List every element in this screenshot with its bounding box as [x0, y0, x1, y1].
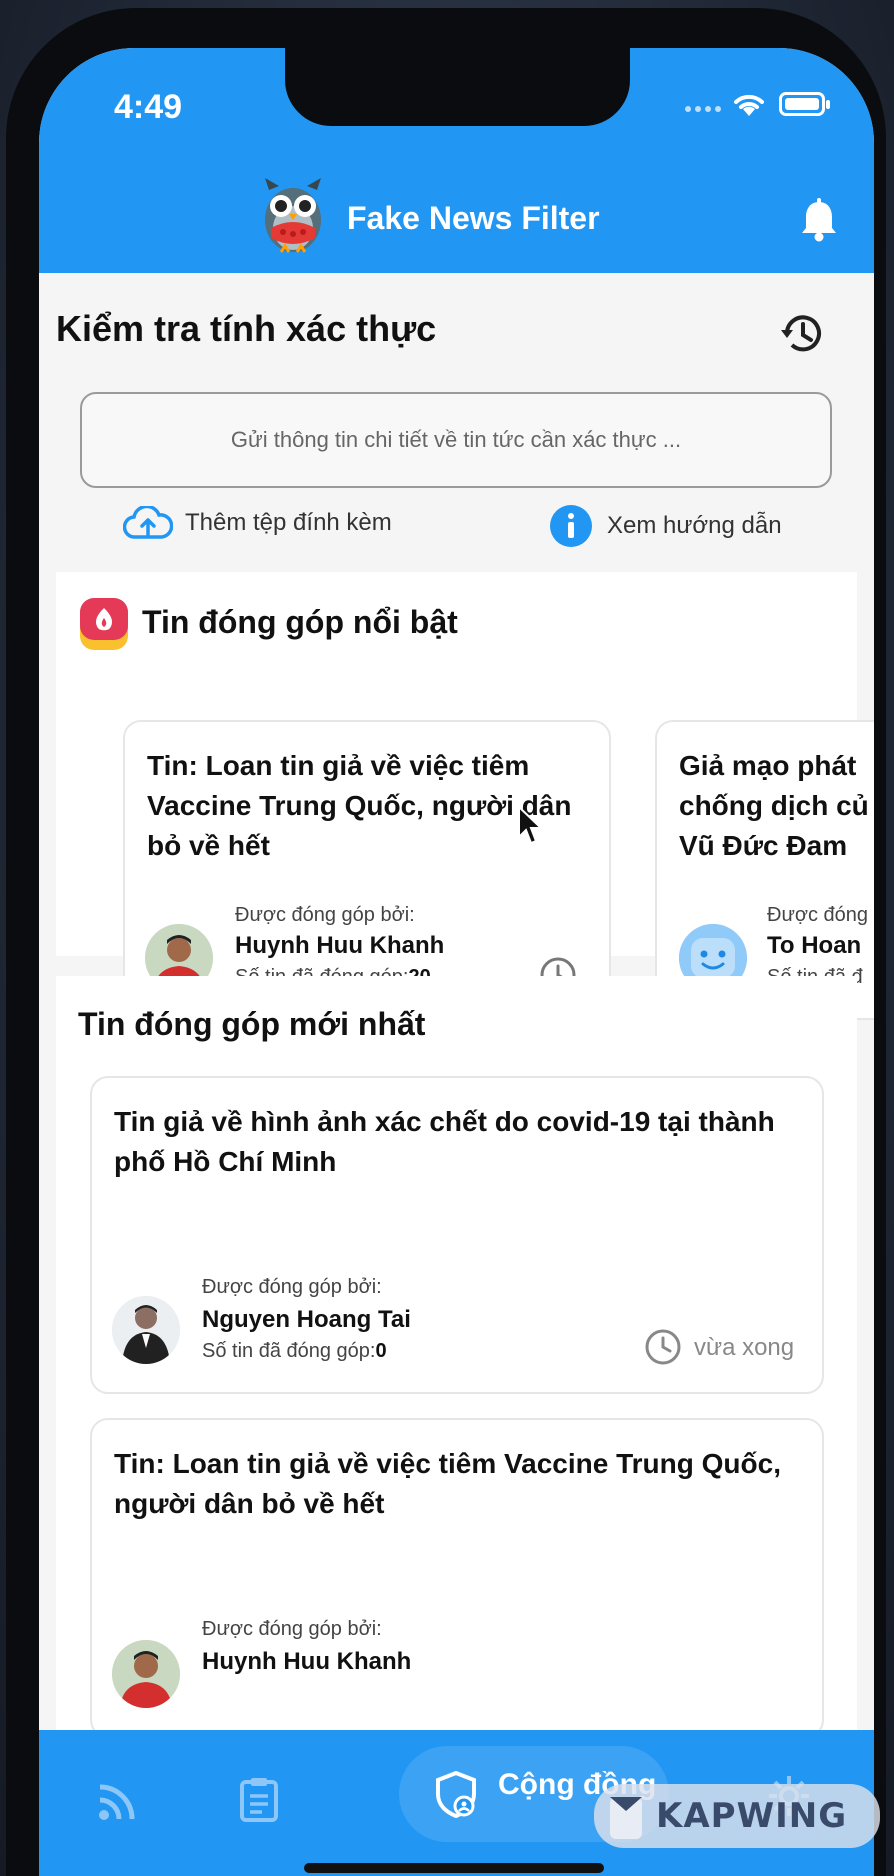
latest-card-title: Tin: Loan tin giả về việc tiêm Vaccine T…	[114, 1448, 781, 1519]
view-guide-button[interactable]: Xem hướng dẫn	[549, 504, 782, 548]
contributed-by-label: Được đóng góp bởi:	[235, 904, 415, 926]
featured-card[interactable]: Giả mạo phát chống dịch củ Vũ Đức Đam Đư…	[655, 720, 874, 1020]
watermark-text: KAPWING	[656, 1796, 848, 1836]
wifi-icon	[734, 94, 764, 116]
contributed-by-label: Được đóng góp bởi:	[202, 1618, 382, 1640]
rss-icon[interactable]	[97, 1782, 137, 1822]
home-indicator	[304, 1863, 604, 1873]
contributor-name: Huynh Huu Khanh	[235, 932, 445, 959]
phone-frame: 4:49 Fake News Filter Kiểm tra tính xác …	[6, 8, 886, 1876]
app-screen: 4:49 Fake News Filter Kiểm tra tính xác …	[39, 48, 874, 1876]
contributor-name: Huynh Huu Khanh	[202, 1648, 412, 1675]
info-icon	[550, 505, 592, 547]
view-guide-label: Xem hướng dẫn	[607, 512, 782, 539]
clipboard-icon[interactable]	[239, 1776, 279, 1822]
featured-card-title: Giả mạo phát chống dịch củ Vũ Đức Đam	[679, 750, 869, 861]
contribution-count-label: Số tin đã đóng góp:	[202, 1340, 376, 1362]
history-icon[interactable]	[779, 312, 825, 356]
featured-heading: Tin đóng góp nổi bật	[142, 604, 458, 640]
avatar	[112, 1296, 180, 1364]
featured-contributions-section: Tin đóng góp nổi bật Tin: Loan tin giả v…	[56, 572, 874, 1020]
featured-badge-icon	[80, 598, 128, 650]
news-detail-field[interactable]	[82, 394, 830, 486]
mouse-cursor-icon	[518, 805, 544, 845]
camera-notch	[285, 48, 630, 126]
attach-file-button[interactable]: Thêm tệp đính kèm	[123, 506, 392, 540]
cellular-signal-icon	[685, 106, 721, 112]
community-shield-icon	[436, 1770, 476, 1818]
news-detail-input[interactable]	[80, 392, 832, 488]
contribution-count-value: 0	[375, 1340, 387, 1362]
latest-card[interactable]: Tin giả về hình ảnh xác chết do covid-19…	[90, 1076, 824, 1394]
posted-time: vừa xong	[694, 1334, 795, 1361]
verify-heading: Kiểm tra tính xác thực	[56, 308, 437, 349]
latest-card[interactable]: Tin: Loan tin giả về việc tiêm Vaccine T…	[90, 1418, 824, 1738]
bell-icon[interactable]	[799, 198, 839, 242]
clock-icon	[645, 1329, 681, 1365]
contributed-by-label: Được đóng	[767, 904, 868, 926]
watermark: KAPWING	[594, 1784, 880, 1848]
attach-file-label: Thêm tệp đính kèm	[185, 509, 392, 536]
status-time: 4:49	[114, 88, 183, 126]
cloud-upload-icon	[123, 506, 173, 539]
contribution-count: Số tin đã đóng góp:0	[202, 1340, 387, 1363]
battery-icon	[779, 92, 830, 116]
contributor-name: Nguyen Hoang Tai	[202, 1306, 411, 1333]
app-title: Fake News Filter	[347, 200, 600, 236]
latest-heading: Tin đóng góp mới nhất	[78, 1006, 426, 1042]
contributor-name: To Hoan	[767, 932, 862, 959]
kapwing-logo-icon	[610, 1797, 642, 1839]
latest-contributions-section: Tin đóng góp mới nhất Tin giả về hình ản…	[56, 976, 857, 1796]
featured-card[interactable]: Tin: Loan tin giả về việc tiêm Vaccine T…	[123, 720, 611, 1020]
latest-card-title: Tin giả về hình ảnh xác chết do covid-19…	[114, 1106, 775, 1177]
avatar	[112, 1640, 180, 1708]
owl-logo-icon	[265, 178, 321, 253]
contributed-by-label: Được đóng góp bởi:	[202, 1276, 382, 1298]
